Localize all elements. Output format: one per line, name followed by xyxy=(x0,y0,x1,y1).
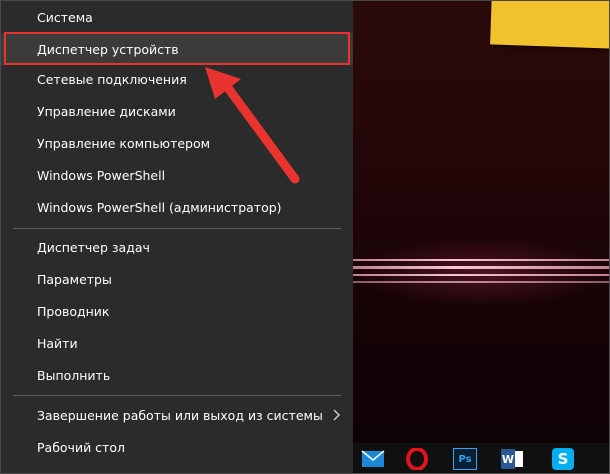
annotation-arrow-icon xyxy=(205,67,300,184)
screenshot-frame: Ps W S Система Диспетчер устройств Сетев… xyxy=(0,0,610,474)
